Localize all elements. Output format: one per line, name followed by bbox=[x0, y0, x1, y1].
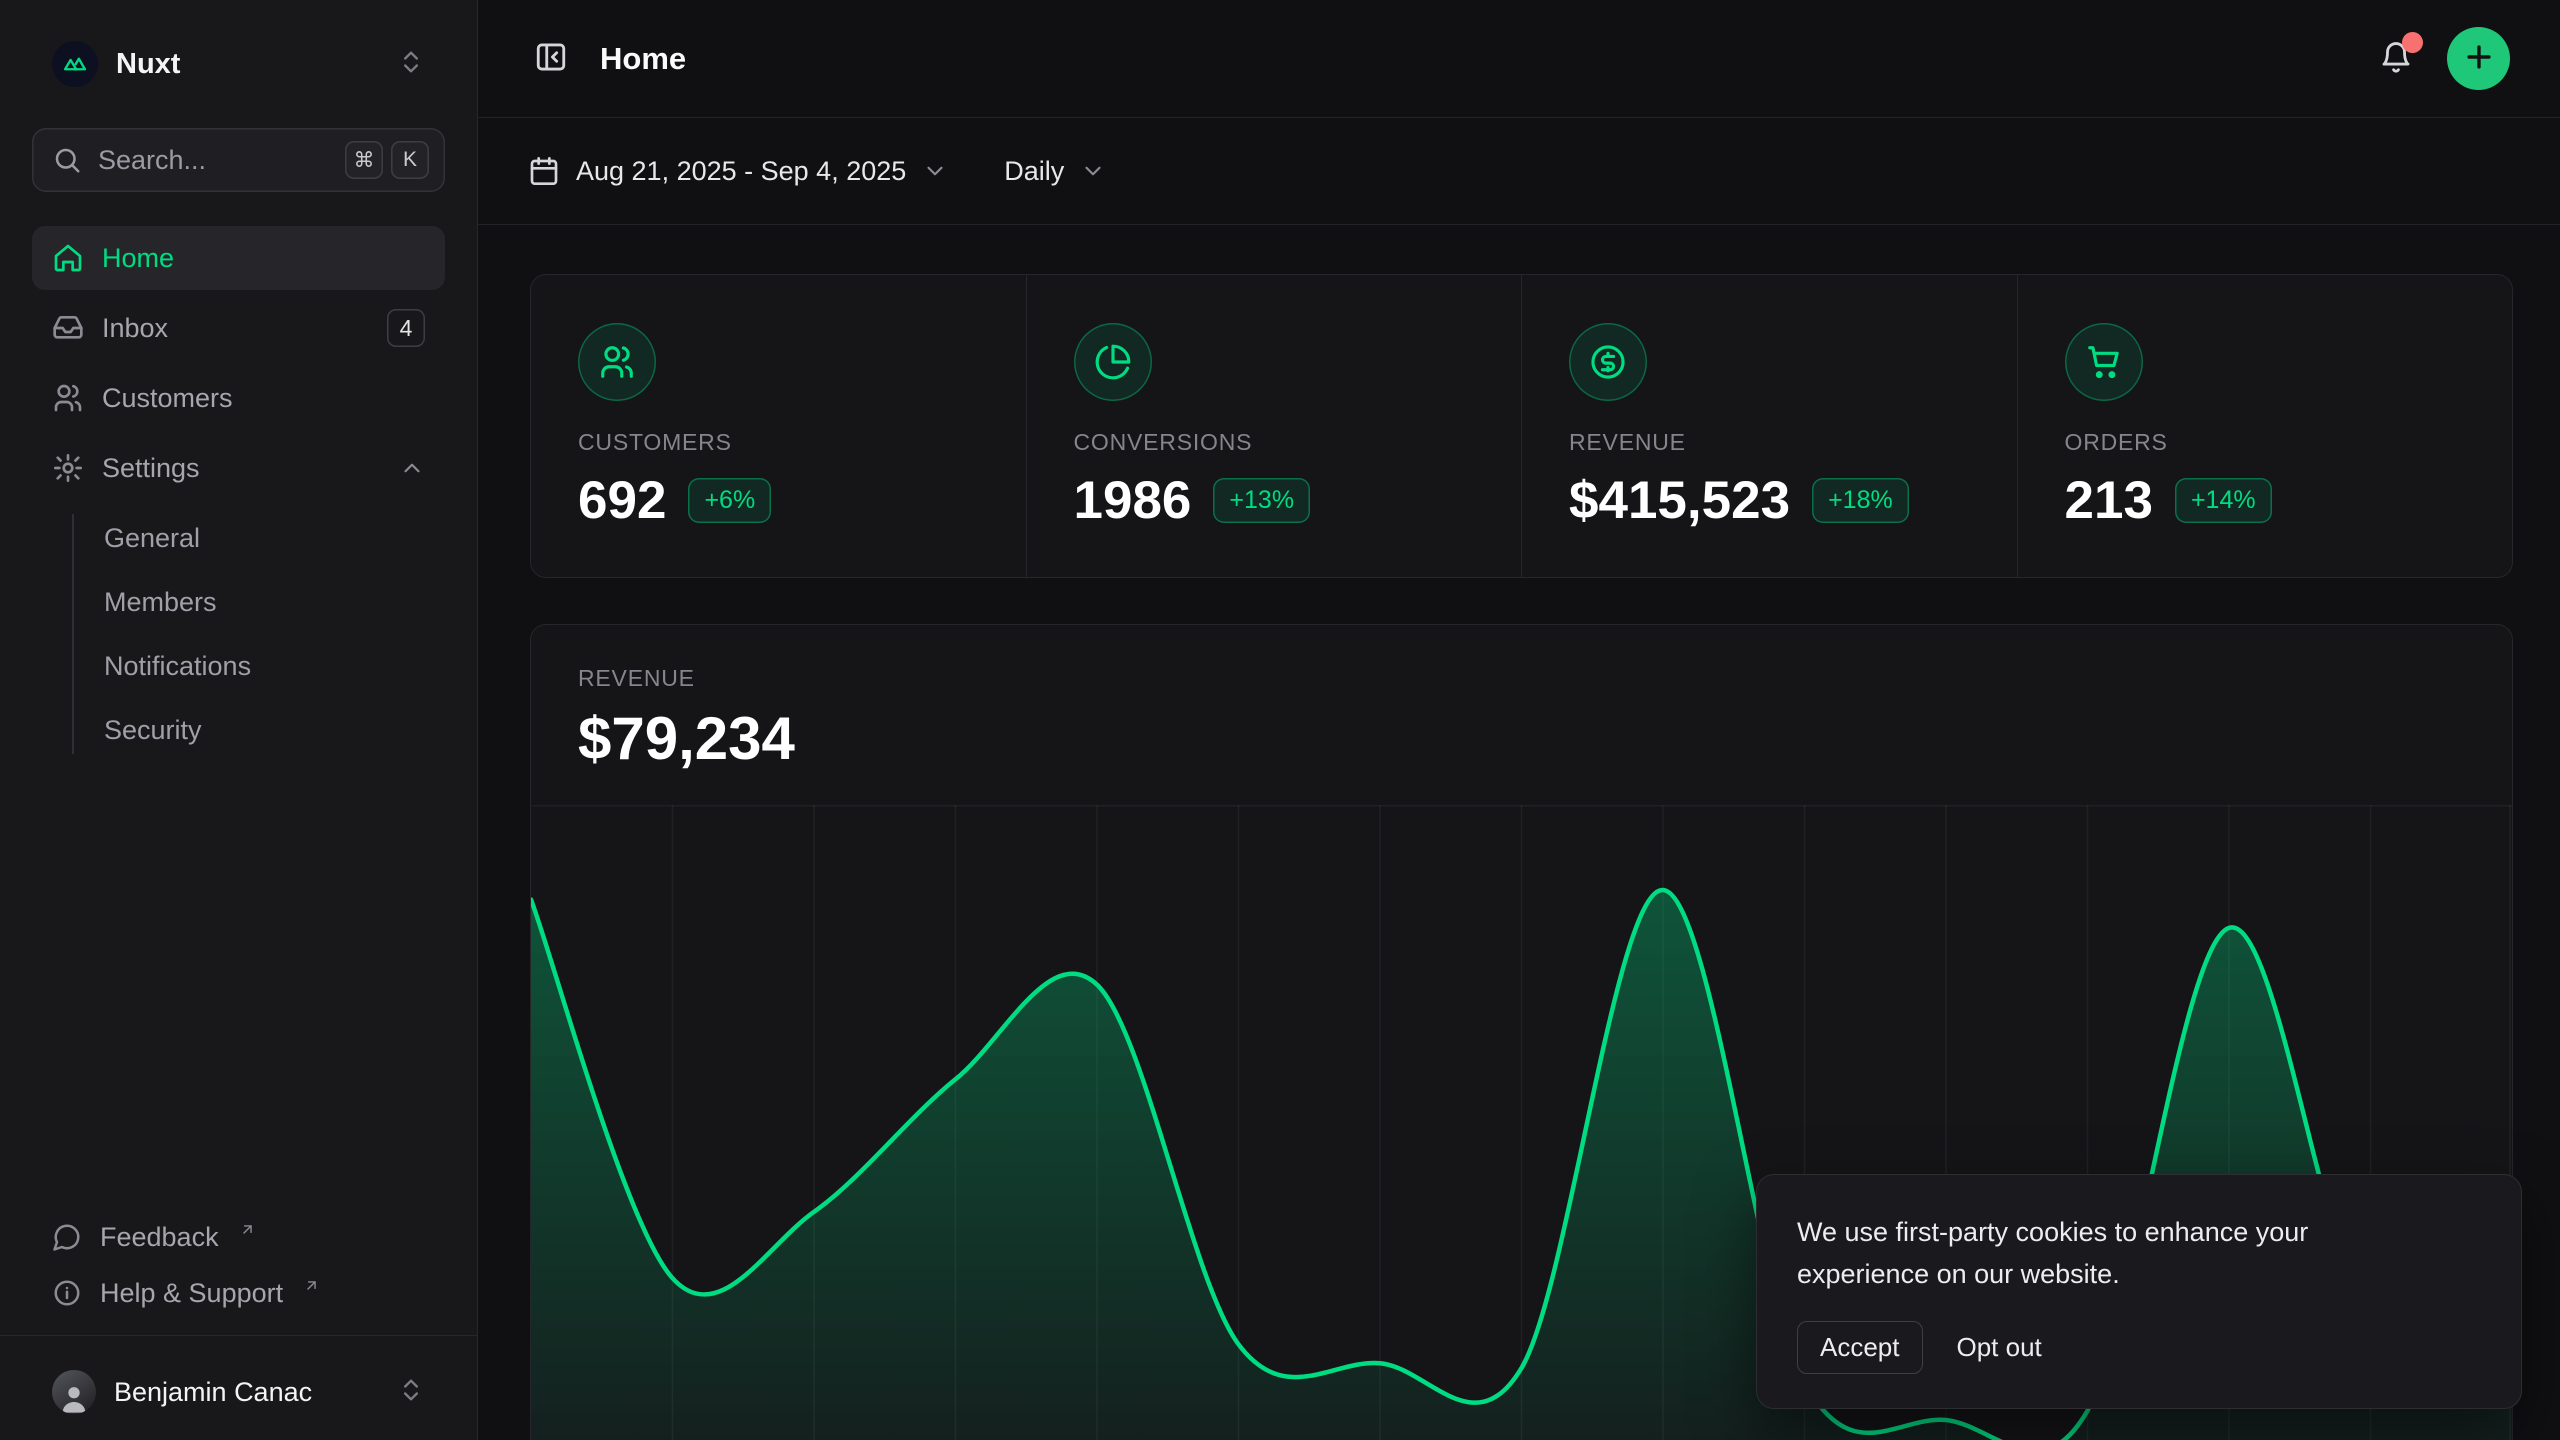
granularity-value: Daily bbox=[1004, 156, 1064, 187]
stat-delta-badge: +18% bbox=[1812, 478, 1909, 523]
search-placeholder: Search... bbox=[98, 145, 206, 176]
stat-card-conversions[interactable]: CONVERSIONS 1986 +13% bbox=[1027, 275, 1522, 577]
sidebar-subitem-notifications[interactable]: Notifications bbox=[32, 634, 445, 698]
stat-delta-badge: +6% bbox=[688, 478, 771, 523]
workspace-switcher[interactable]: Nuxt bbox=[32, 0, 445, 128]
sidebar-subitem-security[interactable]: Security bbox=[32, 698, 445, 762]
stat-delta-badge: +13% bbox=[1213, 478, 1310, 523]
plus-icon bbox=[2462, 40, 2496, 77]
sidebar-subitem-members[interactable]: Members bbox=[32, 570, 445, 634]
stat-label: REVENUE bbox=[1569, 429, 2017, 456]
external-link-icon bbox=[239, 1221, 256, 1238]
stat-label: ORDERS bbox=[2065, 429, 2513, 456]
stat-value: $415,523 bbox=[1569, 470, 1790, 531]
chevron-up-icon bbox=[399, 455, 425, 481]
collapse-sidebar-button[interactable] bbox=[528, 34, 574, 83]
sidebar-subitem-general[interactable]: General bbox=[32, 506, 445, 570]
inbox-icon bbox=[52, 312, 84, 344]
chevron-down-icon bbox=[1080, 158, 1106, 184]
toolbar: Aug 21, 2025 - Sep 4, 2025 Daily bbox=[478, 118, 2560, 225]
sidebar-item-settings[interactable]: Settings bbox=[32, 436, 445, 500]
info-icon bbox=[52, 1278, 82, 1308]
users-icon bbox=[578, 323, 656, 401]
sidebar-link-feedback[interactable]: Feedback bbox=[32, 1209, 445, 1265]
nuxt-logo-icon bbox=[52, 41, 98, 87]
stat-card-orders[interactable]: ORDERS 213 +14% bbox=[2018, 275, 2513, 577]
stat-value: 1986 bbox=[1074, 470, 1192, 531]
optout-cookies-button[interactable]: Opt out bbox=[1957, 1332, 2042, 1363]
revenue-label: REVENUE bbox=[578, 665, 2465, 692]
settings-icon bbox=[52, 452, 84, 484]
divider bbox=[0, 1335, 477, 1336]
cookie-message: We use first-party cookies to enhance yo… bbox=[1797, 1211, 2417, 1295]
sidebar-footer: Feedback Help & Support Benjamin Canac bbox=[32, 1209, 445, 1440]
panel-left-close-icon bbox=[534, 40, 568, 77]
stat-delta-badge: +14% bbox=[2175, 478, 2272, 523]
search-icon bbox=[52, 145, 82, 175]
inbox-count-badge: 4 bbox=[387, 309, 425, 347]
stat-value: 692 bbox=[578, 470, 666, 531]
circle-dollar-sign-icon bbox=[1569, 323, 1647, 401]
accept-cookies-button[interactable]: Accept bbox=[1797, 1321, 1923, 1374]
granularity-select[interactable]: Daily bbox=[1004, 156, 1106, 187]
stat-value: 213 bbox=[2065, 470, 2153, 531]
workspace-name: Nuxt bbox=[116, 48, 180, 81]
kbd-cmd: ⌘ bbox=[345, 141, 383, 179]
pie-chart-icon bbox=[1074, 323, 1152, 401]
sidebar-item-label: Customers bbox=[102, 383, 233, 414]
sidebar-item-inbox[interactable]: Inbox 4 bbox=[32, 296, 445, 360]
stat-card-revenue[interactable]: REVENUE $415,523 +18% bbox=[1522, 275, 2017, 577]
avatar bbox=[52, 1370, 96, 1414]
sidebar-item-label: Settings bbox=[102, 453, 200, 484]
home-icon bbox=[52, 242, 84, 274]
app-root: Nuxt Search... ⌘ K Home Inbox 4 Customers… bbox=[0, 0, 2560, 1440]
search-input[interactable]: Search... ⌘ K bbox=[32, 128, 445, 192]
kbd-k: K bbox=[391, 141, 429, 179]
cookie-banner: We use first-party cookies to enhance yo… bbox=[1756, 1174, 2522, 1409]
page-title: Home bbox=[600, 41, 686, 77]
content: CUSTOMERS 692 +6% CONVERSIONS 1986 +13% … bbox=[478, 225, 2560, 1440]
user-menu[interactable]: Benjamin Canac bbox=[32, 1350, 445, 1434]
sidebar-item-label: Home bbox=[102, 243, 174, 274]
users-icon bbox=[52, 382, 84, 414]
stat-label: CUSTOMERS bbox=[578, 429, 1026, 456]
chevrons-up-down-icon bbox=[397, 48, 425, 81]
sidebar-item-label: Inbox bbox=[102, 313, 168, 344]
date-range-picker[interactable]: Aug 21, 2025 - Sep 4, 2025 bbox=[528, 155, 948, 187]
sidebar-subnav-settings: GeneralMembersNotificationsSecurity bbox=[32, 506, 445, 762]
date-range-value: Aug 21, 2025 - Sep 4, 2025 bbox=[576, 156, 906, 187]
calendar-icon bbox=[528, 155, 560, 187]
sidebar-link-help-support[interactable]: Help & Support bbox=[32, 1265, 445, 1321]
user-name: Benjamin Canac bbox=[114, 1377, 312, 1408]
main-area: Home Aug 21, 2025 - Sep 4, 2025 Daily bbox=[478, 0, 2560, 1440]
sidebar-item-customers[interactable]: Customers bbox=[32, 366, 445, 430]
sidebar: Nuxt Search... ⌘ K Home Inbox 4 Customers… bbox=[0, 0, 478, 1440]
new-item-button[interactable] bbox=[2447, 27, 2510, 90]
stats-card: CUSTOMERS 692 +6% CONVERSIONS 1986 +13% … bbox=[530, 274, 2513, 578]
shopping-cart-icon bbox=[2065, 323, 2143, 401]
page-header: Home bbox=[478, 0, 2560, 118]
notification-dot bbox=[2402, 32, 2423, 53]
stat-card-customers[interactable]: CUSTOMERS 692 +6% bbox=[531, 275, 1026, 577]
external-link-icon bbox=[303, 1277, 320, 1294]
stat-label: CONVERSIONS bbox=[1074, 429, 1522, 456]
message-circle-icon bbox=[52, 1222, 82, 1252]
chevron-down-icon bbox=[922, 158, 948, 184]
chevrons-up-down-icon bbox=[397, 1376, 425, 1409]
notifications-button[interactable] bbox=[2373, 34, 2419, 83]
revenue-total: $79,234 bbox=[578, 704, 2465, 773]
sidebar-nav: Home Inbox 4 Customers Settings GeneralMem… bbox=[32, 226, 445, 762]
sidebar-item-home[interactable]: Home bbox=[32, 226, 445, 290]
